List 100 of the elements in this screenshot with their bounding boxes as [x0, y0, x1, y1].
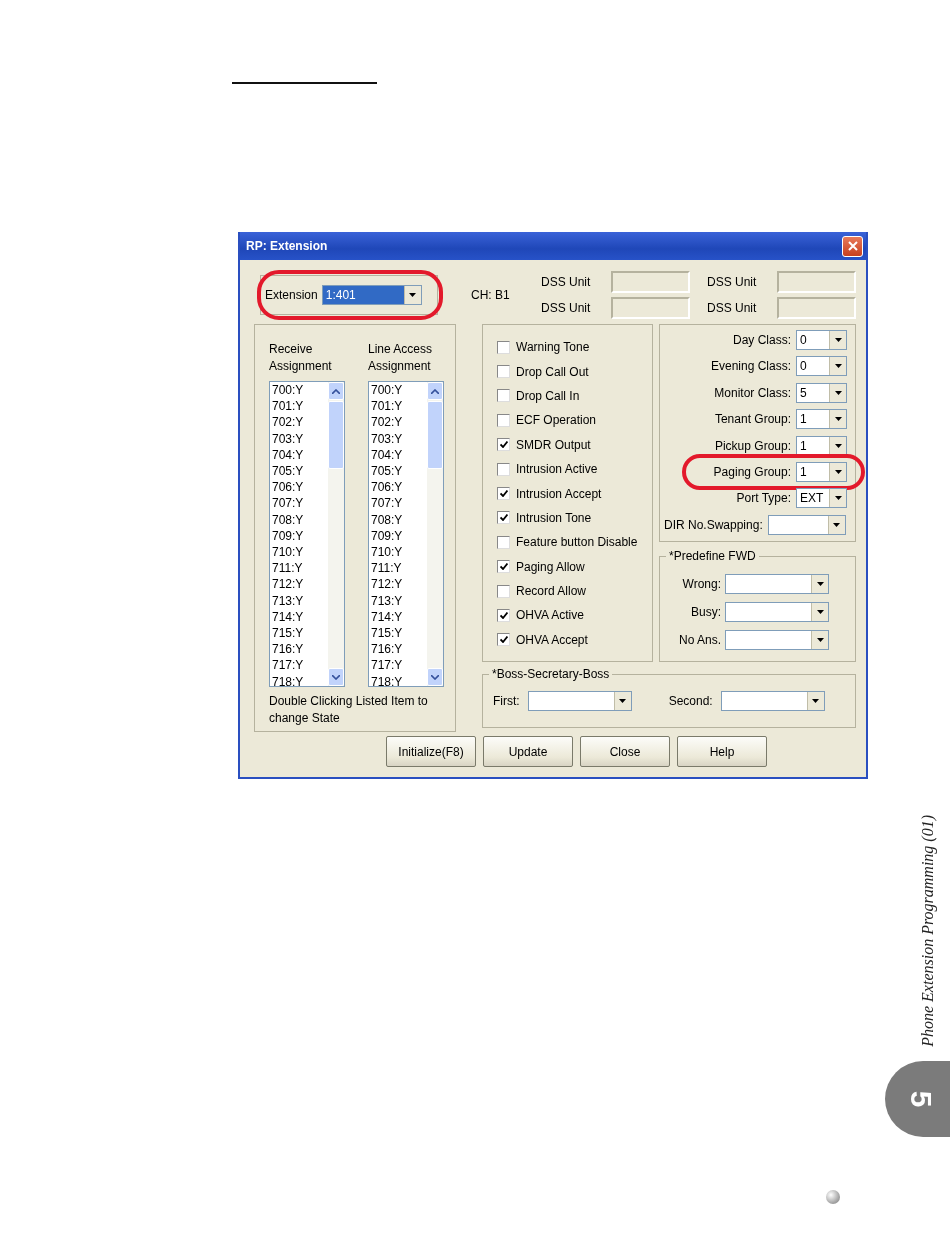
forward-dropdown[interactable] — [725, 630, 829, 650]
class-dropdown[interactable]: 0 — [796, 330, 847, 350]
list-item[interactable]: 710:Y — [371, 544, 427, 561]
check-icon — [499, 441, 508, 449]
list-item[interactable]: 712:Y — [272, 576, 328, 593]
dialog-button[interactable]: Close — [580, 736, 670, 767]
boss-dropdown[interactable] — [720, 691, 825, 711]
list-item[interactable]: 706:Y — [371, 479, 427, 496]
list-item[interactable]: 716:Y — [371, 641, 427, 658]
list-item[interactable]: 704:Y — [371, 446, 427, 463]
class-dropdown[interactable]: EXT — [796, 488, 847, 509]
scroll-up-icon[interactable] — [431, 388, 439, 394]
list-item[interactable]: 711:Y — [272, 560, 328, 577]
list-item[interactable]: 709:Y — [272, 527, 328, 545]
list-item[interactable]: 703:Y — [371, 430, 427, 447]
dropdown-arrow-icon — [834, 496, 842, 501]
list-item[interactable]: 715:Y — [371, 625, 427, 642]
class-dropdown[interactable]: 1 — [796, 435, 847, 456]
checkbox-label: Intrusion Tone — [516, 510, 592, 525]
checkbox[interactable] — [497, 413, 510, 427]
list-item[interactable]: 717:Y — [272, 657, 328, 674]
class-dropdown[interactable]: 1 — [796, 461, 847, 482]
checkbox[interactable] — [497, 487, 510, 501]
scroll-down-icon[interactable] — [431, 674, 439, 680]
list-item[interactable]: 714:Y — [272, 608, 328, 626]
list-item[interactable]: 704:Y — [272, 446, 328, 463]
close-button[interactable] — [842, 235, 863, 257]
list-item[interactable]: 716:Y — [272, 641, 328, 658]
list-item[interactable]: 707:Y — [371, 495, 427, 512]
checkbox[interactable] — [497, 535, 510, 549]
check-icon — [499, 563, 508, 571]
field-label: First: — [493, 693, 520, 710]
checkbox[interactable] — [497, 584, 510, 598]
field-label: DSS Unit — [707, 301, 758, 315]
list-item[interactable]: 711:Y — [371, 560, 427, 577]
scroll-thumb[interactable] — [427, 401, 443, 469]
forward-dropdown[interactable] — [725, 574, 829, 594]
window-title: RP: Extension — [246, 239, 328, 253]
checkbox[interactable] — [497, 609, 510, 622]
scroll-down-icon[interactable] — [332, 674, 340, 680]
checkbox[interactable] — [497, 365, 510, 379]
bullet-sphere — [826, 1190, 840, 1204]
scroll-up-icon[interactable] — [332, 388, 340, 394]
close-icon — [847, 241, 858, 251]
checkbox[interactable] — [497, 560, 510, 574]
list-item[interactable]: 715:Y — [272, 625, 328, 642]
list-item[interactable]: 701:Y — [371, 398, 427, 415]
checkbox[interactable] — [497, 438, 510, 452]
dialog-button[interactable]: Update — [483, 736, 573, 767]
list-item[interactable]: 718:Y — [371, 673, 427, 686]
list-item[interactable]: 718:Y — [272, 673, 328, 686]
class-dropdown[interactable]: 5 — [796, 382, 847, 403]
checkbox-label: Drop Call In — [516, 388, 580, 403]
forward-dropdown[interactable] — [725, 602, 829, 622]
class-dropdown[interactable]: 0 — [796, 356, 847, 377]
list-item[interactable]: 708:Y — [371, 511, 427, 528]
field-label: No Ans. — [678, 633, 721, 647]
scroll-thumb[interactable] — [328, 401, 344, 469]
list-item[interactable]: 707:Y — [272, 495, 328, 512]
boss-dropdown[interactable] — [527, 691, 632, 711]
list-item[interactable]: 702:Y — [371, 414, 427, 431]
list-item[interactable]: 710:Y — [272, 544, 328, 561]
field-label: Wrong: — [682, 577, 721, 591]
list-item[interactable]: 700:Y — [371, 382, 427, 399]
extension-dropdown[interactable]: 1:401 — [321, 285, 422, 305]
list-item[interactable]: 702:Y — [272, 414, 328, 431]
list-item[interactable]: 713:Y — [371, 592, 427, 609]
scrollbar[interactable] — [328, 382, 344, 686]
class-dropdown[interactable]: 1 — [796, 409, 847, 430]
field-label: Second: — [668, 693, 713, 710]
list-item[interactable]: 708:Y — [272, 511, 328, 528]
checkbox-label: ECF Operation — [516, 413, 597, 428]
list-item[interactable]: 705:Y — [371, 463, 427, 480]
field-label: Paging Group: — [713, 464, 791, 479]
list-item[interactable]: 703:Y — [272, 430, 328, 447]
checkbox[interactable] — [497, 511, 510, 525]
scrollbar[interactable] — [427, 382, 443, 686]
list-item[interactable]: 706:Y — [272, 479, 328, 496]
dialog-button[interactable]: Help — [677, 736, 767, 767]
list-item[interactable]: 717:Y — [371, 657, 427, 674]
checkbox-label: Paging Allow — [516, 559, 585, 574]
dropdown-arrow-icon — [834, 469, 842, 474]
check-icon — [499, 612, 508, 619]
list-item[interactable]: 712:Y — [371, 576, 427, 593]
checkbox-label: Intrusion Accept — [516, 486, 602, 501]
checkbox[interactable] — [497, 340, 510, 354]
checkbox[interactable] — [497, 633, 510, 647]
checkbox[interactable] — [497, 389, 510, 403]
checkbox[interactable] — [497, 462, 510, 476]
list-item[interactable]: 709:Y — [371, 527, 427, 545]
dialog-button[interactable]: Initialize(F8) — [386, 736, 476, 767]
field-label: Evening Class: — [710, 359, 791, 374]
dropdown-arrow-icon — [816, 638, 824, 642]
dir-swapping-dropdown[interactable] — [767, 514, 846, 535]
list-item[interactable]: 713:Y — [272, 592, 328, 609]
list-item[interactable]: 714:Y — [371, 608, 427, 626]
list-item[interactable]: 705:Y — [272, 463, 328, 480]
field-label: DIR No.Swapping: — [664, 517, 763, 532]
list-item[interactable]: 700:Y — [272, 382, 328, 399]
list-item[interactable]: 701:Y — [272, 398, 328, 415]
